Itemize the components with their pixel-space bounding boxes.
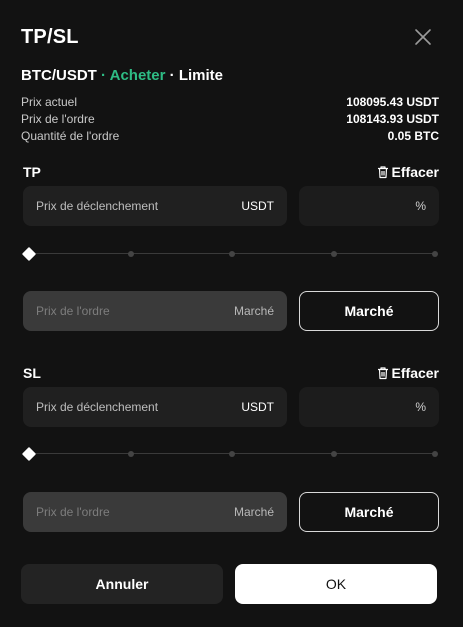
unit-label: USDT xyxy=(241,199,274,213)
tp-label: TP xyxy=(23,164,41,180)
slider-tick[interactable] xyxy=(127,251,134,257)
order-summary: BTC/USDT · Acheter · Limite xyxy=(21,67,223,84)
trash-icon xyxy=(377,166,388,179)
unit-label: Marché xyxy=(233,304,274,318)
tp-percent-input[interactable]: % xyxy=(299,186,439,226)
ok-button[interactable]: OK xyxy=(235,564,437,604)
pair-symbol: BTC/USDT xyxy=(21,67,97,84)
slider-tick[interactable] xyxy=(229,251,235,257)
tp-trigger-price-input[interactable]: Prix de déclenchement USDT xyxy=(23,186,287,226)
sl-clear-button[interactable]: Effacer xyxy=(376,365,439,381)
diamond-icon[interactable] xyxy=(21,446,37,462)
percent-unit: % xyxy=(415,400,426,414)
tp-clear-button[interactable]: Effacer xyxy=(376,164,439,180)
trash-icon xyxy=(377,367,388,380)
modal-title: TP/SL xyxy=(21,26,79,48)
placeholder: Prix de déclenchement xyxy=(36,400,159,414)
sl-label: SL xyxy=(23,365,41,381)
tpsl-modal: TP/SL BTC/USDT · Acheter · Limite Prix a… xyxy=(0,0,463,627)
tp-slider[interactable] xyxy=(21,246,438,262)
clear-label: Effacer xyxy=(391,164,439,180)
sl-percent-input[interactable]: % xyxy=(299,387,439,427)
info-value: 108095.43 USDT xyxy=(346,95,439,109)
diamond-icon[interactable] xyxy=(21,246,37,262)
info-label: Quantité de l'ordre xyxy=(21,129,120,143)
separator: · xyxy=(101,67,106,84)
info-label: Prix actuel xyxy=(21,95,78,109)
percent-unit: % xyxy=(415,199,426,213)
placeholder: Prix de l'ordre xyxy=(36,505,110,519)
slider-tick[interactable] xyxy=(330,251,337,257)
close-icon xyxy=(415,29,431,45)
info-value: 108143.93 USDT xyxy=(346,112,439,126)
info-label: Prix de l'ordre xyxy=(21,112,95,126)
sl-slider[interactable] xyxy=(21,446,438,462)
order-type: Limite xyxy=(178,67,224,84)
unit-label: USDT xyxy=(241,400,274,414)
separator: · xyxy=(169,67,175,84)
close-button[interactable] xyxy=(411,25,435,49)
sl-order-price-input: Prix de l'ordre Marché xyxy=(23,492,287,532)
order-side: Acheter xyxy=(109,67,166,84)
unit-label: Marché xyxy=(233,505,274,519)
slider-tick[interactable] xyxy=(330,451,337,457)
slider-tick[interactable] xyxy=(229,451,235,457)
clear-label: Effacer xyxy=(391,365,439,381)
tp-order-price-input: Prix de l'ordre Marché xyxy=(23,291,287,331)
cancel-button[interactable]: Annuler xyxy=(21,564,223,604)
placeholder: Prix de l'ordre xyxy=(36,304,110,318)
sl-trigger-price-input[interactable]: Prix de déclenchement USDT xyxy=(23,387,287,427)
slider-tick[interactable] xyxy=(432,251,438,257)
tp-market-button[interactable]: Marché xyxy=(299,291,439,331)
info-row-current-price: Prix actuel 108095.43 USDT xyxy=(21,95,439,109)
slider-tick[interactable] xyxy=(127,451,134,457)
info-row-order-price: Prix de l'ordre 108143.93 USDT xyxy=(21,112,439,126)
info-value: 0.05 BTC xyxy=(387,129,439,143)
placeholder: Prix de déclenchement xyxy=(36,199,159,213)
slider-tick[interactable] xyxy=(432,451,438,457)
info-row-order-quantity: Quantité de l'ordre 0.05 BTC xyxy=(21,129,439,143)
sl-market-button[interactable]: Marché xyxy=(299,492,439,532)
